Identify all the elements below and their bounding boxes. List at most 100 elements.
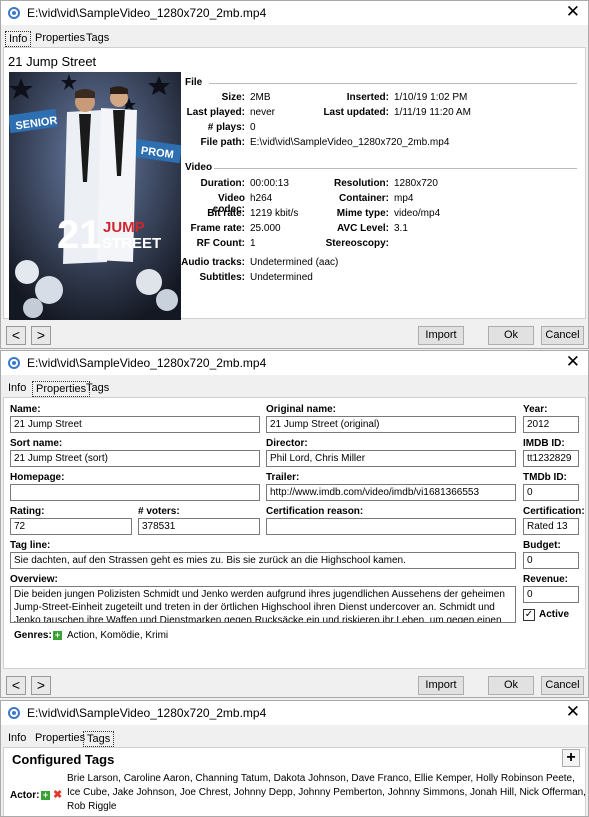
trailer-field[interactable]: http://www.imdb.com/video/imdb/vi1681366… — [266, 484, 516, 501]
homepage-field[interactable] — [10, 484, 260, 501]
rating-field[interactable]: 72 — [10, 518, 132, 535]
file-divider — [209, 83, 577, 84]
tab-info[interactable]: Info — [5, 381, 29, 397]
certification-field[interactable]: Rated 13 — [523, 518, 579, 535]
tab-properties[interactable]: Properties — [32, 31, 88, 47]
inserted-value: 1/10/19 1:02 PM — [394, 92, 468, 103]
overview-label: Overview: — [10, 574, 58, 585]
active-checkbox[interactable]: ✓ — [523, 609, 535, 621]
cancel-button[interactable]: Cancel — [541, 326, 584, 345]
resolution-label: Resolution: — [334, 178, 389, 189]
overview-textarea[interactable]: Die beiden jungen Polizisten Schmidt und… — [10, 586, 516, 623]
duration-value: 00:00:13 — [250, 178, 289, 189]
active-label: Active — [539, 609, 570, 620]
voters-field[interactable]: 378531 — [138, 518, 260, 535]
tab-properties[interactable]: Properties — [32, 381, 91, 397]
tab-info[interactable]: Info — [5, 31, 32, 47]
actor-list: Brie Larson, Caroline Aaron, Channing Ta… — [67, 772, 586, 814]
title-bar: E:\vid\vid\SampleVideo_1280x720_2mb.mp4 … — [1, 1, 588, 25]
prev-button[interactable]: < — [6, 326, 26, 345]
next-button[interactable]: > — [31, 326, 51, 345]
movie-title: 21 Jump Street — [8, 54, 97, 69]
import-button[interactable]: Import — [418, 676, 464, 695]
actor-line: Brie Larson, Caroline Aaron, Channing Ta… — [67, 773, 575, 784]
add-genre-icon[interactable]: + — [53, 631, 62, 640]
rating-label: Rating: — [10, 506, 45, 517]
certification-label: Certification: — [523, 506, 585, 517]
window-title: E:\vid\vid\SampleVideo_1280x720_2mb.mp4 — [27, 706, 267, 720]
revenue-label: Revenue: — [523, 574, 569, 585]
imdb-id-label: IMDB ID: — [523, 438, 565, 449]
director-field[interactable]: Phil Lord, Chris Miller — [266, 450, 516, 467]
file-path-value: E:\vid\vid\SampleVideo_1280x720_2mb.mp4 — [250, 137, 450, 148]
tagline-field[interactable]: Sie dachten, auf den Strassen geht es mi… — [10, 552, 516, 569]
frame-rate-value: 25.000 — [250, 223, 281, 234]
prev-button[interactable]: < — [6, 676, 26, 695]
bit-rate-label: Bit rate: — [207, 208, 245, 219]
ok-button[interactable]: Ok — [488, 676, 534, 695]
poster-image: SENIOR PROM 21 JUMP STREET — [9, 72, 181, 320]
next-button[interactable]: > — [31, 676, 51, 695]
tab-tags[interactable]: Tags — [83, 31, 112, 47]
info-window: E:\vid\vid\SampleVideo_1280x720_2mb.mp4 … — [0, 0, 589, 349]
last-updated-value: 1/11/19 11:20 AM — [394, 107, 471, 118]
tab-info[interactable]: Info — [5, 731, 29, 747]
title-bar: E:\vid\vid\SampleVideo_1280x720_2mb.mp4 … — [1, 351, 588, 375]
budget-field[interactable]: 0 — [523, 552, 579, 569]
container-value: mp4 — [394, 193, 414, 204]
remove-actor-icon[interactable]: ✖ — [53, 790, 62, 801]
resolution-value: 1280x720 — [394, 178, 438, 189]
name-field[interactable]: 21 Jump Street — [10, 416, 260, 433]
mime-type-label: Mime type: — [336, 208, 389, 219]
last-updated-label: Last updated: — [323, 107, 389, 118]
original-name-label: Original name: — [266, 404, 337, 415]
tab-tags[interactable]: Tags — [83, 381, 112, 397]
close-icon[interactable]: ✕ — [566, 353, 580, 371]
subtitles-value: Undetermined — [250, 272, 313, 283]
bit-rate-value: 1219 kbit/s — [250, 208, 299, 219]
overview-line: Jenko tauschen ihre Waffen und Dienstmar… — [14, 615, 502, 623]
tagline-label: Tag line: — [10, 540, 51, 551]
voters-label: # voters: — [138, 506, 180, 517]
original-name-field[interactable]: 21 Jump Street (original) — [266, 416, 516, 433]
cancel-button[interactable]: Cancel — [541, 676, 584, 695]
window-title: E:\vid\vid\SampleVideo_1280x720_2mb.mp4 — [27, 356, 267, 370]
inserted-label: Inserted: — [346, 92, 389, 103]
last-played-value: never — [250, 107, 276, 118]
tab-properties[interactable]: Properties — [32, 731, 88, 747]
last-played-label: Last played: — [186, 107, 245, 118]
overview-line: Jump-Street-Einheit zugeteilt und treten… — [14, 602, 495, 613]
add-tag-button[interactable]: + — [562, 749, 580, 767]
close-icon[interactable]: ✕ — [566, 703, 580, 721]
configured-tags-heading: Configured Tags — [12, 752, 115, 767]
subtitles-label: Subtitles: — [199, 272, 245, 283]
tmdb-id-field[interactable]: 0 — [523, 484, 579, 501]
bottom-bar: < > Import Ok Cancel — [1, 676, 588, 697]
budget-label: Budget: — [523, 540, 561, 551]
certification-reason-label: Certification reason: — [266, 506, 364, 517]
tab-tags[interactable]: Tags — [83, 731, 115, 747]
imdb-id-field[interactable]: tt1232829 — [523, 450, 579, 467]
window-title: E:\vid\vid\SampleVideo_1280x720_2mb.mp4 — [27, 6, 267, 20]
add-actor-icon[interactable]: + — [41, 791, 50, 800]
plays-label: # plays: — [207, 122, 245, 133]
certification-reason-field[interactable] — [266, 518, 516, 535]
app-icon — [8, 7, 20, 19]
rf-count-label: RF Count: — [196, 238, 245, 249]
tmdb-id-label: TMDb ID: — [523, 472, 567, 483]
sort-name-label: Sort name: — [10, 438, 63, 449]
sort-name-field[interactable]: 21 Jump Street (sort) — [10, 450, 260, 467]
homepage-label: Homepage: — [10, 472, 65, 483]
ok-button[interactable]: Ok — [488, 326, 534, 345]
video-section-heading: Video — [185, 162, 213, 173]
audio-tracks-label: Audio tracks: — [181, 257, 245, 268]
import-button[interactable]: Import — [418, 326, 464, 345]
overview-line: Die beiden jungen Polizisten Schmidt und… — [14, 589, 505, 600]
audio-tracks-value: Undetermined (aac) — [250, 257, 339, 268]
video-codec-value: h264 — [250, 193, 273, 204]
close-icon[interactable]: ✕ — [566, 3, 580, 21]
avc-level-value: 3.1 — [394, 223, 408, 234]
year-field[interactable]: 2012 — [523, 416, 579, 433]
tags-panel: Configured Tags + Actor: + ✖ Brie Larson… — [3, 747, 586, 816]
revenue-field[interactable]: 0 — [523, 586, 579, 603]
